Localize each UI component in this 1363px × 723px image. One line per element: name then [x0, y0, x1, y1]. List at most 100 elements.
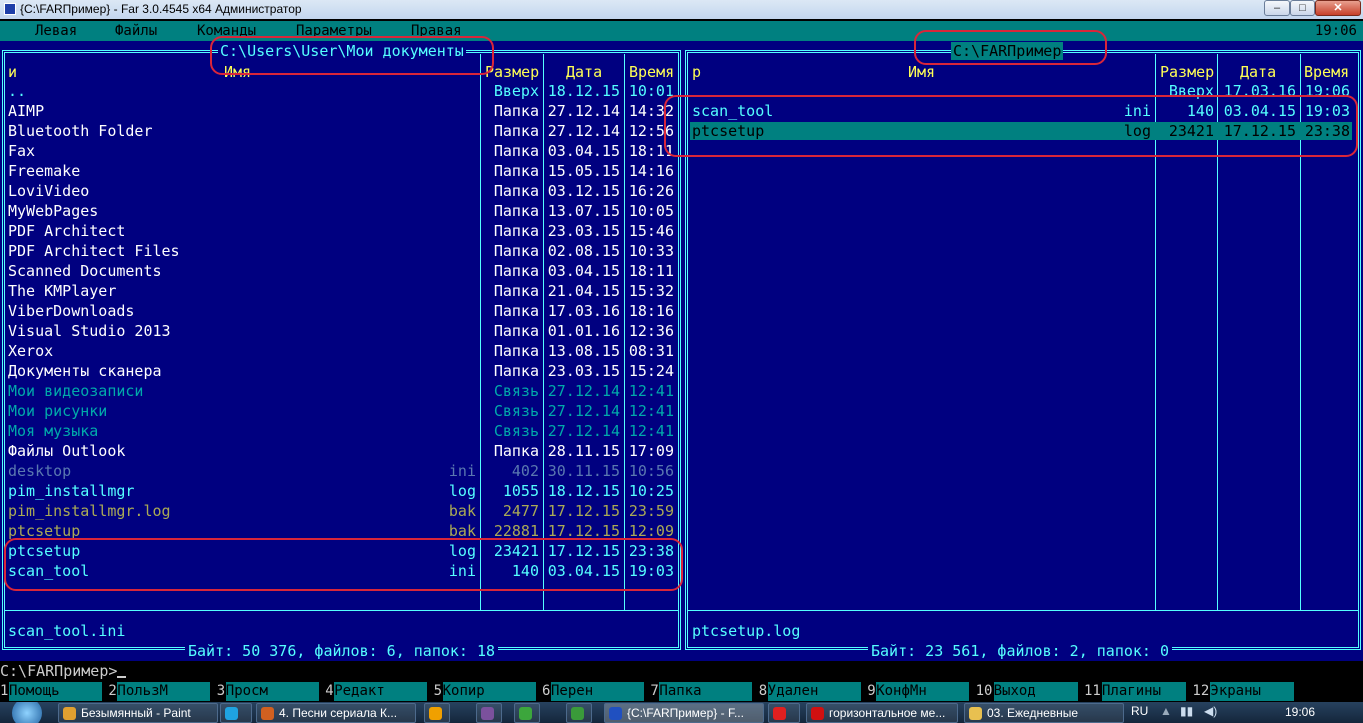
start-button[interactable] [4, 702, 46, 723]
file-time: 16:26 [628, 182, 674, 200]
taskbar-item[interactable] [566, 703, 592, 723]
file-time: 10:05 [628, 202, 674, 220]
fkey-11[interactable]: 11 Плагины [1084, 681, 1192, 702]
menu-commands[interactable]: Команды [197, 21, 256, 41]
fkey-2[interactable]: 2 ПользМ [108, 681, 216, 702]
file-size: Папка [493, 322, 539, 340]
taskbar-item[interactable]: Безымянный - Paint [58, 703, 218, 723]
right-header-size[interactable]: Размер [1160, 63, 1214, 81]
left-panel-path[interactable]: C:\Users\User\Мои документы [218, 42, 466, 60]
maximize-button[interactable]: □ [1290, 0, 1315, 16]
file-row[interactable]: MyWebPages Папка 13.07.15 10:05 [0, 201, 683, 221]
file-row[interactable]: Scanned Documents Папка 03.04.15 18:11 [0, 261, 683, 281]
taskbar-item[interactable] [220, 703, 252, 723]
fkey-label: Выход [993, 682, 1078, 701]
taskbar-item[interactable]: 4. Песни сериала К... [256, 703, 416, 723]
language-indicator[interactable]: RU [1131, 704, 1148, 718]
left-header-date[interactable]: Дата [566, 63, 602, 81]
taskbar-item[interactable] [514, 703, 540, 723]
up-dir-row[interactable]: Вверх 17.03.16 19:06 [683, 81, 1363, 101]
right-header-date[interactable]: Дата [1240, 63, 1276, 81]
file-row[interactable]: Моя музыка Связь 27.12.14 12:41 [0, 421, 683, 441]
fkey-number: 3 [216, 683, 226, 699]
file-name: AIMP [8, 102, 45, 120]
left-header-name[interactable]: Имя [224, 63, 251, 81]
window-title-bar[interactable]: {C:\FARПример} - Far 3.0.4545 x64 Админи… [0, 0, 1363, 19]
network-icon[interactable]: ▮▮ [1180, 704, 1193, 718]
file-size: Папка [493, 182, 539, 200]
left-header-time[interactable]: Время [629, 63, 674, 81]
file-name: The KMPlayer [8, 282, 117, 300]
file-row[interactable]: Мои видеозаписи Связь 27.12.14 12:41 [0, 381, 683, 401]
file-size: Вверх [493, 82, 539, 100]
far-clock: 19:06 [1314, 23, 1357, 39]
left-info-filename: scan_tool.ini [8, 622, 126, 640]
fkey-8[interactable]: 8 Удален [759, 681, 867, 702]
file-row[interactable]: Fax Папка 03.04.15 18:11 [0, 141, 683, 161]
fkey-9[interactable]: 9 КонфМн [867, 681, 975, 702]
up-dir-row[interactable]: .. Вверх 18.12.15 10:01 [0, 81, 683, 101]
fkey-3[interactable]: 3 Просм [217, 681, 325, 702]
file-row[interactable]: ViberDownloads Папка 17.03.16 18:16 [0, 301, 683, 321]
file-date: 27.12.14 [547, 382, 620, 400]
file-row[interactable]: PDF Architect Папка 23.03.15 15:46 [0, 221, 683, 241]
file-row[interactable]: AIMP Папка 27.12.14 14:32 [0, 101, 683, 121]
file-time: 14:32 [628, 102, 674, 120]
file-date: 03.12.15 [547, 182, 620, 200]
file-row[interactable]: pim_installmgr.log bak 2477 17.12.15 23:59 [0, 501, 683, 521]
folder-icon [969, 707, 982, 720]
taskbar-item[interactable] [768, 703, 800, 723]
file-row[interactable]: desktop ini 402 30.11.15 10:56 [0, 461, 683, 481]
close-button[interactable]: ✕ [1315, 0, 1361, 16]
file-row[interactable]: PDF Architect Files Папка 02.08.15 10:33 [0, 241, 683, 261]
minimize-button[interactable]: – [1264, 0, 1290, 16]
menu-files[interactable]: Файлы [115, 21, 157, 41]
tray-arrow-icon[interactable]: ▲ [1160, 704, 1172, 718]
taskbar-item[interactable]: 03. Ежедневные [964, 703, 1124, 723]
right-panel-path[interactable]: C:\FARПример [951, 42, 1064, 60]
left-header-size[interactable]: Размер [485, 63, 539, 81]
fkey-1[interactable]: 1 Помощь [0, 681, 108, 702]
file-row[interactable]: Мои рисунки Связь 27.12.14 12:41 [0, 401, 683, 421]
fkey-5[interactable]: 5 Копир [434, 681, 542, 702]
file-row[interactable]: pim_installmgr log 1055 18.12.15 10:25 [0, 481, 683, 501]
taskbar-item[interactable]: {C:\FARПример} - F... [604, 703, 764, 723]
menu-options[interactable]: Параметры [296, 21, 372, 41]
file-row[interactable]: Visual Studio 2013 Папка 01.01.16 12:36 [0, 321, 683, 341]
menu-right[interactable]: Правая [411, 21, 462, 41]
taskbar-item[interactable] [476, 703, 502, 723]
volume-icon[interactable]: ◀) [1204, 704, 1217, 718]
fkey-12[interactable]: 12 Экраны [1192, 681, 1300, 702]
fkey-4[interactable]: 4 Редакт [325, 681, 433, 702]
file-row[interactable]: Xerox Папка 13.08.15 08:31 [0, 341, 683, 361]
file-row[interactable]: ptcsetup log 23421 17.12.15 23:38 [0, 541, 683, 561]
file-row[interactable]: The KMPlayer Папка 21.04.15 15:32 [0, 281, 683, 301]
file-row[interactable]: Bluetooth Folder Папка 27.12.14 12:56 [0, 121, 683, 141]
file-row[interactable]: Freemake Папка 15.05.15 14:16 [0, 161, 683, 181]
taskbar-item[interactable] [424, 703, 450, 723]
taskbar-clock[interactable]: 19:06 [1285, 705, 1315, 719]
file-row[interactable]: ptcsetup bak 22881 17.12.15 12:09 [0, 521, 683, 541]
file-row[interactable]: scan_tool ini 140 03.04.15 19:03 [0, 561, 683, 581]
right-header-time[interactable]: Время [1304, 63, 1349, 81]
file-row[interactable]: Файлы Outlook Папка 28.11.15 17:09 [0, 441, 683, 461]
file-row[interactable]: scan_tool ini 140 03.04.15 19:03 [683, 101, 1363, 121]
right-panel[interactable]: C:\FARПример р Имя Размер Дата Время Вве… [683, 41, 1363, 661]
viber-icon [481, 707, 494, 720]
file-time: 17:09 [628, 442, 674, 460]
file-name: Bluetooth Folder [8, 122, 153, 140]
file-time: 12:41 [628, 402, 674, 420]
file-row[interactable]: LoviVideo Папка 03.12.15 16:26 [0, 181, 683, 201]
right-header-name[interactable]: Имя [908, 63, 935, 81]
fkey-6[interactable]: 6 Перен [542, 681, 650, 702]
fkey-10[interactable]: 10 Выход [976, 681, 1084, 702]
command-line[interactable]: C:\FARПример> [0, 661, 1363, 681]
fkey-7[interactable]: 7 Папка [650, 681, 758, 702]
file-row[interactable]: Документы сканера Папка 23.03.15 15:24 [0, 361, 683, 381]
taskbar-item-label: {C:\FARПример} - F... [627, 706, 744, 720]
file-date: 03.04.15 [547, 142, 620, 160]
menu-left[interactable]: Левая [35, 21, 77, 41]
file-row[interactable]: ptcsetup log 23421 17.12.15 23:38 [683, 121, 1363, 141]
taskbar-item[interactable]: горизонтальное ме... [806, 703, 958, 723]
left-panel[interactable]: C:\Users\User\Мои документы и Имя Размер… [0, 41, 683, 661]
